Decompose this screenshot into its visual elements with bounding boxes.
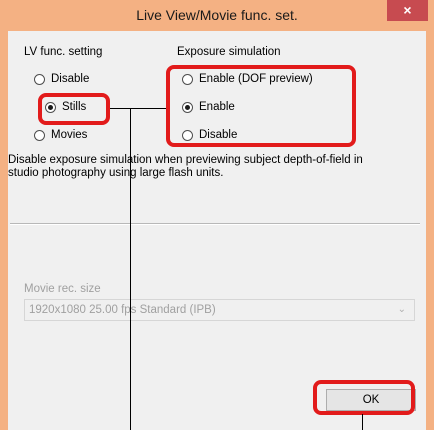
highlight-ok xyxy=(313,380,415,415)
description-text: Disable exposure simulation when preview… xyxy=(8,154,363,179)
window-title: Live View/Movie func. set. xyxy=(136,7,298,23)
movie-size-value: 1920x1080 25.00 fps Standard (IPB) xyxy=(29,304,216,316)
close-button[interactable]: × xyxy=(387,0,428,21)
callout-line xyxy=(362,414,363,430)
highlight-stills xyxy=(38,93,110,125)
lv-func-heading: LV func. setting xyxy=(24,46,103,58)
exposure-heading: Exposure simulation xyxy=(177,46,281,58)
radio-lv-movies[interactable]: Movies xyxy=(34,129,87,141)
radio-icon xyxy=(34,73,45,85)
radio-label: Disable xyxy=(51,73,90,85)
callout-line xyxy=(130,108,131,430)
close-icon: × xyxy=(403,2,412,18)
radio-label: Movies xyxy=(51,129,88,141)
highlight-exposure xyxy=(166,65,356,147)
movie-size-label: Movie rec. size xyxy=(24,283,101,295)
movie-size-select[interactable]: 1920x1080 25.00 fps Standard (IPB) ⌄ xyxy=(24,299,415,321)
radio-icon xyxy=(34,129,45,141)
radio-lv-disable[interactable]: Disable xyxy=(34,73,89,85)
callout-line xyxy=(110,108,166,109)
title-bar[interactable]: Live View/Movie func. set. × xyxy=(0,0,434,31)
chevron-down-icon: ⌄ xyxy=(397,304,406,315)
separator xyxy=(10,223,420,225)
dialog-window: Live View/Movie func. set. × LV func. se… xyxy=(0,0,434,430)
